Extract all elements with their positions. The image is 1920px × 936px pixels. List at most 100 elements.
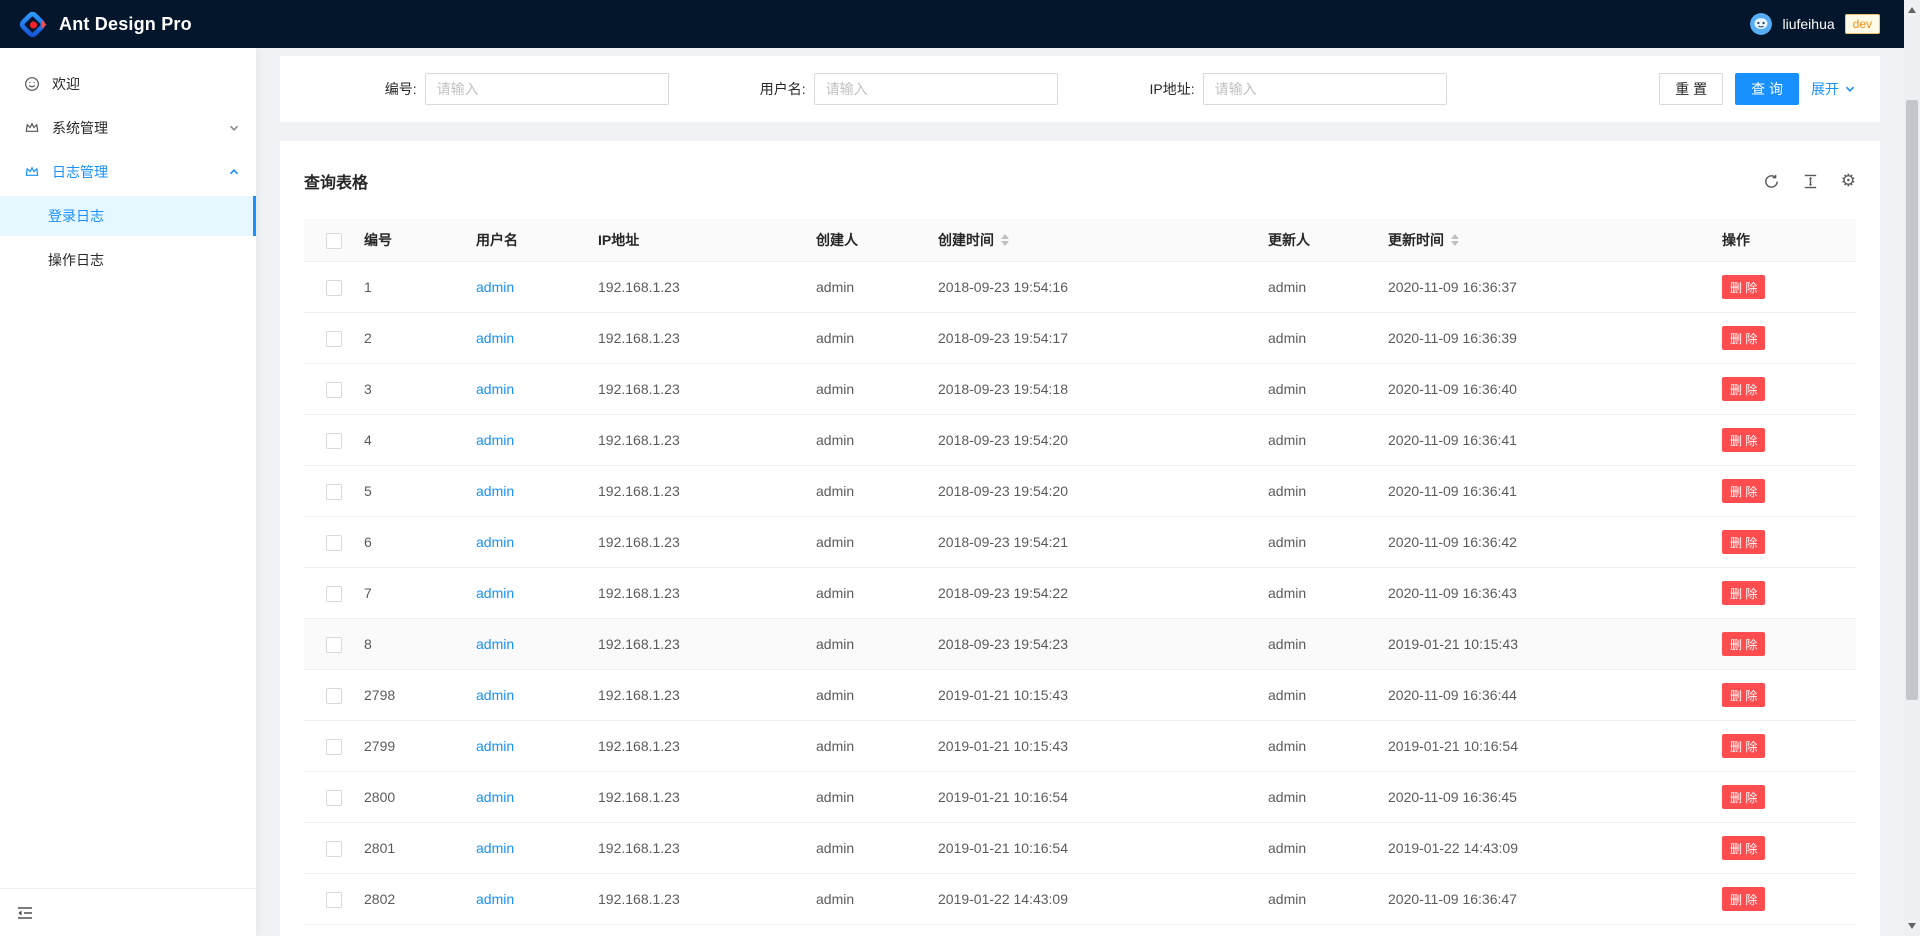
cell-updated-time: 2020-11-09 16:36:43 <box>1388 568 1722 619</box>
delete-button[interactable]: 删 除 <box>1722 734 1765 758</box>
username-link[interactable]: admin <box>476 738 514 754</box>
cell-id: 1 <box>364 262 476 313</box>
row-checkbox[interactable] <box>326 586 342 602</box>
cell-created-time: 2019-01-21 10:16:54 <box>938 772 1268 823</box>
row-checkbox[interactable] <box>326 280 342 296</box>
cell-updated-time: 2020-11-09 16:36:37 <box>1388 262 1722 313</box>
column-header-updater: 更新人 <box>1268 219 1388 262</box>
row-checkbox[interactable] <box>326 790 342 806</box>
cell-created-time: 2018-09-23 19:54:21 <box>938 517 1268 568</box>
delete-button[interactable]: 删 除 <box>1722 479 1765 503</box>
delete-button[interactable]: 删 除 <box>1722 836 1765 860</box>
username-link[interactable]: admin <box>476 381 514 397</box>
row-checkbox[interactable] <box>326 382 342 398</box>
sort-caret-icon[interactable] <box>1451 234 1459 246</box>
sidebar-footer <box>0 888 256 936</box>
chevron-up-icon <box>228 166 240 178</box>
form-item-username: 用户名: <box>669 73 1058 105</box>
ip-field[interactable] <box>1203 73 1447 105</box>
username-link[interactable]: admin <box>476 891 514 907</box>
row-checkbox[interactable] <box>326 637 342 653</box>
delete-button[interactable]: 删 除 <box>1722 428 1765 452</box>
table-row: 7admin192.168.1.23admin2018-09-23 19:54:… <box>304 568 1856 619</box>
username-link[interactable]: admin <box>476 840 514 856</box>
id-field[interactable] <box>425 73 669 105</box>
row-checkbox[interactable] <box>326 433 342 449</box>
username-link[interactable]: admin <box>476 789 514 805</box>
user-avatar[interactable] <box>1750 13 1772 35</box>
app-title: Ant Design Pro <box>59 14 192 35</box>
sort-caret-icon[interactable] <box>1001 234 1009 246</box>
delete-button[interactable]: 删 除 <box>1722 377 1765 401</box>
form-item-ip: IP地址: <box>1058 73 1447 105</box>
cell-updater: admin <box>1268 517 1388 568</box>
delete-button[interactable]: 删 除 <box>1722 275 1765 299</box>
cell-id: 2802 <box>364 874 476 925</box>
delete-button[interactable]: 删 除 <box>1722 326 1765 350</box>
sidebar-item-log-management[interactable]: 日志管理 <box>0 152 256 192</box>
scroll-up-arrow-icon[interactable] <box>1908 7 1916 13</box>
cell-created-time: 2018-09-23 19:54:23 <box>938 619 1268 670</box>
username-label[interactable]: liufeihua <box>1782 16 1834 32</box>
sidebar-item-login-log[interactable]: 登录日志 <box>0 196 256 236</box>
username-link[interactable]: admin <box>476 279 514 295</box>
username-link[interactable]: admin <box>476 636 514 652</box>
column-header-updated-time[interactable]: 更新时间 <box>1388 219 1722 262</box>
logo[interactable]: Ant Design Pro <box>16 8 192 41</box>
expand-link[interactable]: 展开 <box>1811 79 1856 99</box>
cell-id: 3 <box>364 364 476 415</box>
cell-updater: admin <box>1268 721 1388 772</box>
username-link[interactable]: admin <box>476 687 514 703</box>
cell-updater: admin <box>1268 364 1388 415</box>
vertical-scrollbar[interactable] <box>1904 0 1920 936</box>
row-checkbox[interactable] <box>326 739 342 755</box>
cell-created-time: 2019-01-21 10:15:43 <box>938 670 1268 721</box>
cell-id: 8 <box>364 619 476 670</box>
scrollbar-thumb[interactable] <box>1906 100 1918 700</box>
sidebar-item-label: 欢迎 <box>52 74 80 94</box>
form-item-id: 编号: <box>280 73 669 105</box>
settings-gear-icon[interactable]: ⚙ <box>1841 173 1856 189</box>
reload-icon[interactable] <box>1763 173 1780 190</box>
sidebar-subitem-label: 登录日志 <box>48 206 104 226</box>
row-checkbox[interactable] <box>326 535 342 551</box>
delete-button[interactable]: 删 除 <box>1722 632 1765 656</box>
cell-ip: 192.168.1.23 <box>598 874 816 925</box>
delete-button[interactable]: 删 除 <box>1722 530 1765 554</box>
delete-button[interactable]: 删 除 <box>1722 683 1765 707</box>
sidebar-item-system-management[interactable]: 系统管理 <box>0 108 256 148</box>
column-header-actions: 操作 <box>1722 219 1856 262</box>
cell-updater: admin <box>1268 670 1388 721</box>
row-checkbox[interactable] <box>326 841 342 857</box>
cell-ip: 192.168.1.23 <box>598 670 816 721</box>
sidebar-item-welcome[interactable]: 欢迎 <box>0 64 256 104</box>
cell-id: 2801 <box>364 823 476 874</box>
row-checkbox[interactable] <box>326 484 342 500</box>
delete-button[interactable]: 删 除 <box>1722 887 1765 911</box>
username-link[interactable]: admin <box>476 534 514 550</box>
cell-updated-time: 2020-11-09 16:36:41 <box>1388 466 1722 517</box>
username-field[interactable] <box>814 73 1058 105</box>
reset-button[interactable]: 重 置 <box>1659 73 1723 105</box>
sidebar-item-operation-log[interactable]: 操作日志 <box>0 240 256 280</box>
row-checkbox[interactable] <box>326 688 342 704</box>
column-header-created-time[interactable]: 创建时间 <box>938 219 1268 262</box>
density-icon[interactable] <box>1802 173 1819 190</box>
row-checkbox[interactable] <box>326 892 342 908</box>
username-link[interactable]: admin <box>476 585 514 601</box>
column-header-creator: 创建人 <box>816 219 938 262</box>
sidebar-item-label: 日志管理 <box>52 162 108 182</box>
query-button[interactable]: 查 询 <box>1735 73 1799 105</box>
username-link[interactable]: admin <box>476 432 514 448</box>
scroll-down-arrow-icon[interactable] <box>1908 923 1916 929</box>
menu-fold-icon[interactable] <box>17 905 33 921</box>
username-link[interactable]: admin <box>476 330 514 346</box>
delete-button[interactable]: 删 除 <box>1722 785 1765 809</box>
select-all-checkbox[interactable] <box>326 233 342 249</box>
search-filter-card: 编号: 用户名: IP地址: 重 置 查 询 展开 <box>280 56 1880 122</box>
cell-created-time: 2018-09-23 19:54:16 <box>938 262 1268 313</box>
cell-id: 2 <box>364 313 476 364</box>
username-link[interactable]: admin <box>476 483 514 499</box>
delete-button[interactable]: 删 除 <box>1722 581 1765 605</box>
row-checkbox[interactable] <box>326 331 342 347</box>
